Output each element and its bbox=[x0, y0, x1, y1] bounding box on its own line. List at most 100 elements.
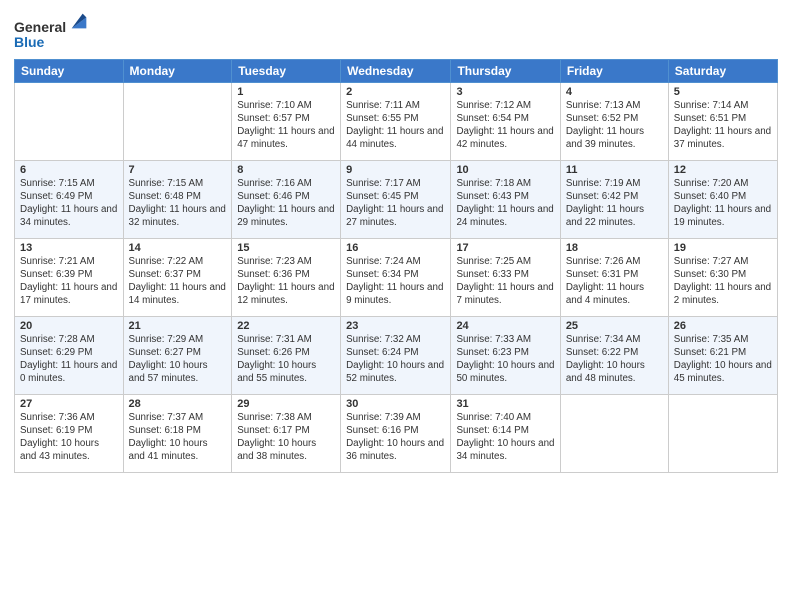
day-info: Sunrise: 7:23 AM Sunset: 6:36 PM Dayligh… bbox=[237, 255, 335, 308]
calendar-cell: 15Sunrise: 7:23 AM Sunset: 6:36 PM Dayli… bbox=[232, 238, 341, 316]
calendar-cell: 5Sunrise: 7:14 AM Sunset: 6:51 PM Daylig… bbox=[668, 82, 777, 160]
day-number: 20 bbox=[20, 320, 118, 332]
calendar-cell: 4Sunrise: 7:13 AM Sunset: 6:52 PM Daylig… bbox=[560, 82, 668, 160]
calendar-week-5: 27Sunrise: 7:36 AM Sunset: 6:19 PM Dayli… bbox=[15, 394, 778, 472]
day-info: Sunrise: 7:25 AM Sunset: 6:33 PM Dayligh… bbox=[456, 255, 554, 308]
calendar-cell: 28Sunrise: 7:37 AM Sunset: 6:18 PM Dayli… bbox=[123, 394, 232, 472]
calendar-cell: 13Sunrise: 7:21 AM Sunset: 6:39 PM Dayli… bbox=[15, 238, 124, 316]
day-info: Sunrise: 7:21 AM Sunset: 6:39 PM Dayligh… bbox=[20, 255, 118, 308]
day-info: Sunrise: 7:20 AM Sunset: 6:40 PM Dayligh… bbox=[674, 177, 772, 230]
day-number: 29 bbox=[237, 398, 335, 410]
calendar-cell: 20Sunrise: 7:28 AM Sunset: 6:29 PM Dayli… bbox=[15, 316, 124, 394]
day-number: 10 bbox=[456, 164, 554, 176]
day-number: 23 bbox=[346, 320, 445, 332]
day-info: Sunrise: 7:17 AM Sunset: 6:45 PM Dayligh… bbox=[346, 177, 445, 230]
day-number: 19 bbox=[674, 242, 772, 254]
day-info: Sunrise: 7:40 AM Sunset: 6:14 PM Dayligh… bbox=[456, 411, 554, 464]
day-number: 11 bbox=[566, 164, 663, 176]
day-number: 3 bbox=[456, 86, 554, 98]
logo-icon bbox=[68, 10, 90, 32]
calendar-header-sunday: Sunday bbox=[15, 59, 124, 82]
day-info: Sunrise: 7:27 AM Sunset: 6:30 PM Dayligh… bbox=[674, 255, 772, 308]
day-number: 30 bbox=[346, 398, 445, 410]
day-info: Sunrise: 7:39 AM Sunset: 6:16 PM Dayligh… bbox=[346, 411, 445, 464]
calendar-cell: 24Sunrise: 7:33 AM Sunset: 6:23 PM Dayli… bbox=[451, 316, 560, 394]
day-info: Sunrise: 7:12 AM Sunset: 6:54 PM Dayligh… bbox=[456, 99, 554, 152]
day-info: Sunrise: 7:29 AM Sunset: 6:27 PM Dayligh… bbox=[129, 333, 227, 386]
calendar-cell: 27Sunrise: 7:36 AM Sunset: 6:19 PM Dayli… bbox=[15, 394, 124, 472]
calendar-cell bbox=[15, 82, 124, 160]
calendar-cell: 31Sunrise: 7:40 AM Sunset: 6:14 PM Dayli… bbox=[451, 394, 560, 472]
day-number: 9 bbox=[346, 164, 445, 176]
day-number: 6 bbox=[20, 164, 118, 176]
day-info: Sunrise: 7:33 AM Sunset: 6:23 PM Dayligh… bbox=[456, 333, 554, 386]
calendar-cell: 7Sunrise: 7:15 AM Sunset: 6:48 PM Daylig… bbox=[123, 160, 232, 238]
day-info: Sunrise: 7:28 AM Sunset: 6:29 PM Dayligh… bbox=[20, 333, 118, 386]
day-info: Sunrise: 7:22 AM Sunset: 6:37 PM Dayligh… bbox=[129, 255, 227, 308]
calendar-cell: 3Sunrise: 7:12 AM Sunset: 6:54 PM Daylig… bbox=[451, 82, 560, 160]
calendar-header-friday: Friday bbox=[560, 59, 668, 82]
calendar-cell: 25Sunrise: 7:34 AM Sunset: 6:22 PM Dayli… bbox=[560, 316, 668, 394]
page: General Blue SundayMondayTuesdayWednesda… bbox=[0, 0, 792, 612]
day-info: Sunrise: 7:15 AM Sunset: 6:48 PM Dayligh… bbox=[129, 177, 227, 230]
logo-blue-text: Blue bbox=[14, 34, 44, 50]
day-number: 31 bbox=[456, 398, 554, 410]
calendar-cell: 10Sunrise: 7:18 AM Sunset: 6:43 PM Dayli… bbox=[451, 160, 560, 238]
calendar-header-tuesday: Tuesday bbox=[232, 59, 341, 82]
day-number: 4 bbox=[566, 86, 663, 98]
calendar-header-wednesday: Wednesday bbox=[341, 59, 451, 82]
day-number: 21 bbox=[129, 320, 227, 332]
day-number: 17 bbox=[456, 242, 554, 254]
header: General Blue bbox=[14, 10, 778, 51]
calendar-cell: 23Sunrise: 7:32 AM Sunset: 6:24 PM Dayli… bbox=[341, 316, 451, 394]
calendar-cell: 2Sunrise: 7:11 AM Sunset: 6:55 PM Daylig… bbox=[341, 82, 451, 160]
day-info: Sunrise: 7:15 AM Sunset: 6:49 PM Dayligh… bbox=[20, 177, 118, 230]
day-number: 1 bbox=[237, 86, 335, 98]
day-info: Sunrise: 7:31 AM Sunset: 6:26 PM Dayligh… bbox=[237, 333, 335, 386]
calendar-week-1: 1Sunrise: 7:10 AM Sunset: 6:57 PM Daylig… bbox=[15, 82, 778, 160]
calendar-cell: 14Sunrise: 7:22 AM Sunset: 6:37 PM Dayli… bbox=[123, 238, 232, 316]
day-info: Sunrise: 7:36 AM Sunset: 6:19 PM Dayligh… bbox=[20, 411, 118, 464]
day-number: 15 bbox=[237, 242, 335, 254]
calendar-cell: 6Sunrise: 7:15 AM Sunset: 6:49 PM Daylig… bbox=[15, 160, 124, 238]
calendar-cell: 19Sunrise: 7:27 AM Sunset: 6:30 PM Dayli… bbox=[668, 238, 777, 316]
calendar-cell: 8Sunrise: 7:16 AM Sunset: 6:46 PM Daylig… bbox=[232, 160, 341, 238]
day-number: 2 bbox=[346, 86, 445, 98]
day-number: 14 bbox=[129, 242, 227, 254]
day-info: Sunrise: 7:24 AM Sunset: 6:34 PM Dayligh… bbox=[346, 255, 445, 308]
calendar-cell: 9Sunrise: 7:17 AM Sunset: 6:45 PM Daylig… bbox=[341, 160, 451, 238]
day-info: Sunrise: 7:19 AM Sunset: 6:42 PM Dayligh… bbox=[566, 177, 663, 230]
day-number: 18 bbox=[566, 242, 663, 254]
calendar-header-saturday: Saturday bbox=[668, 59, 777, 82]
day-info: Sunrise: 7:32 AM Sunset: 6:24 PM Dayligh… bbox=[346, 333, 445, 386]
day-number: 25 bbox=[566, 320, 663, 332]
day-info: Sunrise: 7:26 AM Sunset: 6:31 PM Dayligh… bbox=[566, 255, 663, 308]
calendar-cell: 17Sunrise: 7:25 AM Sunset: 6:33 PM Dayli… bbox=[451, 238, 560, 316]
day-info: Sunrise: 7:14 AM Sunset: 6:51 PM Dayligh… bbox=[674, 99, 772, 152]
calendar-cell: 11Sunrise: 7:19 AM Sunset: 6:42 PM Dayli… bbox=[560, 160, 668, 238]
day-info: Sunrise: 7:18 AM Sunset: 6:43 PM Dayligh… bbox=[456, 177, 554, 230]
calendar-week-4: 20Sunrise: 7:28 AM Sunset: 6:29 PM Dayli… bbox=[15, 316, 778, 394]
day-number: 16 bbox=[346, 242, 445, 254]
calendar-cell bbox=[560, 394, 668, 472]
calendar-cell: 22Sunrise: 7:31 AM Sunset: 6:26 PM Dayli… bbox=[232, 316, 341, 394]
day-info: Sunrise: 7:13 AM Sunset: 6:52 PM Dayligh… bbox=[566, 99, 663, 152]
day-number: 12 bbox=[674, 164, 772, 176]
day-info: Sunrise: 7:16 AM Sunset: 6:46 PM Dayligh… bbox=[237, 177, 335, 230]
calendar-cell: 29Sunrise: 7:38 AM Sunset: 6:17 PM Dayli… bbox=[232, 394, 341, 472]
calendar-table: SundayMondayTuesdayWednesdayThursdayFrid… bbox=[14, 59, 778, 473]
day-info: Sunrise: 7:34 AM Sunset: 6:22 PM Dayligh… bbox=[566, 333, 663, 386]
day-info: Sunrise: 7:11 AM Sunset: 6:55 PM Dayligh… bbox=[346, 99, 445, 152]
calendar-cell: 21Sunrise: 7:29 AM Sunset: 6:27 PM Dayli… bbox=[123, 316, 232, 394]
calendar-cell: 12Sunrise: 7:20 AM Sunset: 6:40 PM Dayli… bbox=[668, 160, 777, 238]
logo-general-text: General bbox=[14, 19, 66, 35]
calendar-cell: 30Sunrise: 7:39 AM Sunset: 6:16 PM Dayli… bbox=[341, 394, 451, 472]
day-info: Sunrise: 7:38 AM Sunset: 6:17 PM Dayligh… bbox=[237, 411, 335, 464]
day-number: 8 bbox=[237, 164, 335, 176]
calendar-week-2: 6Sunrise: 7:15 AM Sunset: 6:49 PM Daylig… bbox=[15, 160, 778, 238]
day-number: 28 bbox=[129, 398, 227, 410]
calendar-cell: 18Sunrise: 7:26 AM Sunset: 6:31 PM Dayli… bbox=[560, 238, 668, 316]
day-number: 5 bbox=[674, 86, 772, 98]
calendar-cell bbox=[123, 82, 232, 160]
calendar-header-row: SundayMondayTuesdayWednesdayThursdayFrid… bbox=[15, 59, 778, 82]
